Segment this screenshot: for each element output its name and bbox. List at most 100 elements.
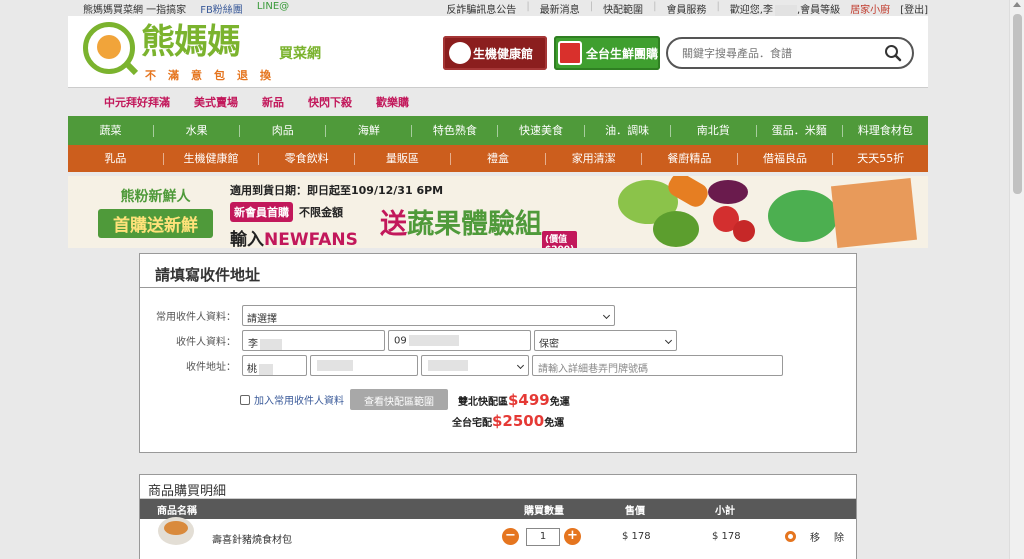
category-item[interactable]: 零食飲料 [259, 152, 356, 165]
product-subtotal: $ 178 [712, 531, 741, 542]
category-item[interactable]: 餐廚精品 [642, 152, 738, 165]
promo-nav-item[interactable]: 美式賣場 [194, 94, 238, 110]
cart-details: 商品購買明細 商品名稱 購買數量 售價 小計 壽喜針豬燒食材包 − 1 + $ … [139, 474, 857, 559]
recipient-name-input[interactable]: 李 [242, 330, 385, 351]
category-item[interactable]: 快速美食 [498, 124, 585, 137]
category-item[interactable]: 水果 [154, 124, 241, 137]
blurred-text [317, 360, 353, 371]
promo-nav-item[interactable]: 中元拜好拜滿 [104, 94, 170, 110]
health-store-label: 生機健康館 [473, 47, 534, 61]
banner-headline: 送蔬果體驗組(價值$200) [380, 202, 578, 248]
category-item[interactable]: 禮盒 [451, 152, 547, 165]
search-icon[interactable] [884, 44, 902, 62]
banner-left-line2: 首購送新鮮 [98, 209, 213, 238]
add-common-checkbox[interactable] [240, 394, 250, 405]
ship-fast-note: 雙北快配區$499免運 [458, 390, 570, 409]
category-item[interactable]: 肉品 [240, 124, 327, 137]
qty-minus-button[interactable]: − [502, 528, 519, 545]
promo-nav-item[interactable]: 歡樂購 [376, 94, 409, 110]
table-row: 壽喜針豬燒食材包 − 1 + $ 178 $ 178 移除 [140, 517, 856, 559]
category-item[interactable]: 特色熟食 [412, 124, 499, 137]
privacy-select[interactable]: 保密 [534, 330, 677, 351]
scroll-up-arrow-icon[interactable] [1013, 2, 1021, 7]
product-thumbnail[interactable] [158, 517, 194, 545]
common-recipient-select[interactable]: 請選擇 [242, 305, 615, 326]
category-item[interactable]: 料理食材包 [843, 124, 928, 137]
cart-table-header: 商品名稱 購買數量 售價 小計 [140, 499, 856, 519]
category-item[interactable]: 天天55折 [833, 152, 928, 165]
header-price: 售價 [625, 505, 645, 517]
gift-box-image [830, 177, 918, 248]
district-select[interactable] [310, 355, 418, 376]
top-brand: 熊媽媽買菜網 一指搞家 [83, 5, 187, 16]
fb-link[interactable]: FB粉絲團 [200, 1, 243, 16]
category-item[interactable]: 量販區 [355, 152, 451, 165]
header: 熊媽媽 買菜網 不滿意包退換 生機健康館 全台生鮮團購 [68, 16, 928, 88]
logo-name: 熊媽媽 [141, 22, 241, 62]
logo-sub: 買菜網 [279, 46, 321, 62]
health-store-button[interactable]: 生機健康館 [443, 36, 547, 70]
product-name[interactable]: 壽喜針豬燒食材包 [212, 531, 292, 546]
chevron-down-icon [602, 311, 611, 320]
logo-slogan: 不滿意包退換 [145, 69, 283, 82]
bear-mascot-icon [83, 22, 139, 76]
member-level-name[interactable]: 居家小廚 [850, 1, 890, 16]
address-form: 請填寫收件地址 常用收件人資料： 請選擇 收件人資料： 李 09 保密 收件地址… [139, 253, 857, 453]
site-logo[interactable]: 熊媽媽 買菜網 不滿意包退換 [83, 20, 323, 84]
address-detail-input[interactable]: 請輸入詳細巷弄門牌號碼 [532, 355, 783, 376]
banner-date: 適用到貨日期：即日起至109/12/31 6PM [230, 184, 444, 197]
category-item[interactable]: 油．調味 [585, 124, 671, 137]
common-recipient-label: 常用收件人資料： [156, 312, 236, 323]
scrollbar[interactable] [1009, 0, 1024, 559]
welcome-text: 歡迎您,李 ,會員等級 [729, 4, 841, 16]
category-item[interactable]: 南北貨 [671, 124, 757, 137]
blurred-name [775, 4, 797, 16]
cart-title: 商品購買明細 [140, 475, 856, 499]
top-link-delivery[interactable]: 快配範圍 [603, 1, 643, 16]
vegetable-image [708, 180, 748, 204]
recipient-phone-input[interactable]: 09 [388, 330, 531, 351]
product-price: $ 178 [622, 531, 651, 542]
header-subtotal: 小計 [715, 505, 735, 517]
banner-left-line1: 熊粉新鮮人 [120, 189, 191, 205]
banner-nolimit: 不限金額 [299, 206, 343, 219]
vegetable-image [733, 220, 755, 242]
search-box [666, 37, 914, 69]
category-item[interactable]: 蔬菜 [68, 124, 155, 137]
header-qty: 購買數量 [524, 505, 564, 517]
promo-nav-item[interactable]: 快閃下殺 [308, 94, 352, 110]
top-link-fraud[interactable]: 反詐騙訊息公告 [446, 1, 516, 16]
top-link-member[interactable]: 會員服務 [666, 1, 706, 16]
category-item[interactable]: 海鮮 [326, 124, 413, 137]
check-range-button[interactable]: 查看快配區範圍 [350, 389, 448, 410]
category-nav-primary: 蔬菜 水果 肉品 海鮮 特色熟食 快速美食 油．調味 南北貨 蛋品．米麵 料理食… [68, 116, 928, 145]
remove-button[interactable]: 移除 [785, 529, 844, 544]
category-item[interactable]: 借福良品 [738, 152, 834, 165]
banner-newbie: 熊粉新鮮人 首購送新鮮 [98, 186, 213, 238]
group-buy-button[interactable]: 全台生鮮團購 [554, 36, 660, 70]
city-select[interactable]: 桃 [242, 355, 307, 376]
category-item[interactable]: 蛋品．米麵 [757, 124, 843, 137]
group-buy-icon [558, 41, 582, 65]
line-link[interactable]: LINE@ [257, 1, 289, 16]
search-input[interactable] [682, 44, 872, 62]
promo-banner[interactable]: 熊粉新鮮人 首購送新鮮 適用到貨日期：即日起至109/12/31 6PM 新會員… [68, 176, 928, 248]
banner-pill: 新會員首購 [230, 202, 293, 222]
divider: | [716, 1, 720, 12]
header-product: 商品名稱 [157, 505, 197, 517]
road-select[interactable] [421, 355, 529, 376]
blurred-text [259, 363, 273, 375]
category-item[interactable]: 家用清潔 [546, 152, 643, 165]
scroll-thumb[interactable] [1013, 14, 1022, 194]
banner-price: (價值$200) [542, 231, 578, 248]
promo-nav-item[interactable]: 新品 [262, 94, 284, 110]
ship-home-note: 全台宅配$2500免運 [452, 412, 565, 430]
top-link-news[interactable]: 最新消息 [540, 1, 580, 16]
category-item[interactable]: 乳品 [68, 152, 164, 165]
category-item[interactable]: 生機健康館 [164, 152, 260, 165]
add-common-label[interactable]: 加入常用收件人資料 [254, 392, 344, 407]
qty-plus-button[interactable]: + [564, 528, 581, 545]
qty-input[interactable]: 1 [526, 528, 560, 546]
logout-link[interactable]: [登出] [900, 1, 928, 16]
form-title: 請填寫收件地址 [140, 254, 856, 288]
